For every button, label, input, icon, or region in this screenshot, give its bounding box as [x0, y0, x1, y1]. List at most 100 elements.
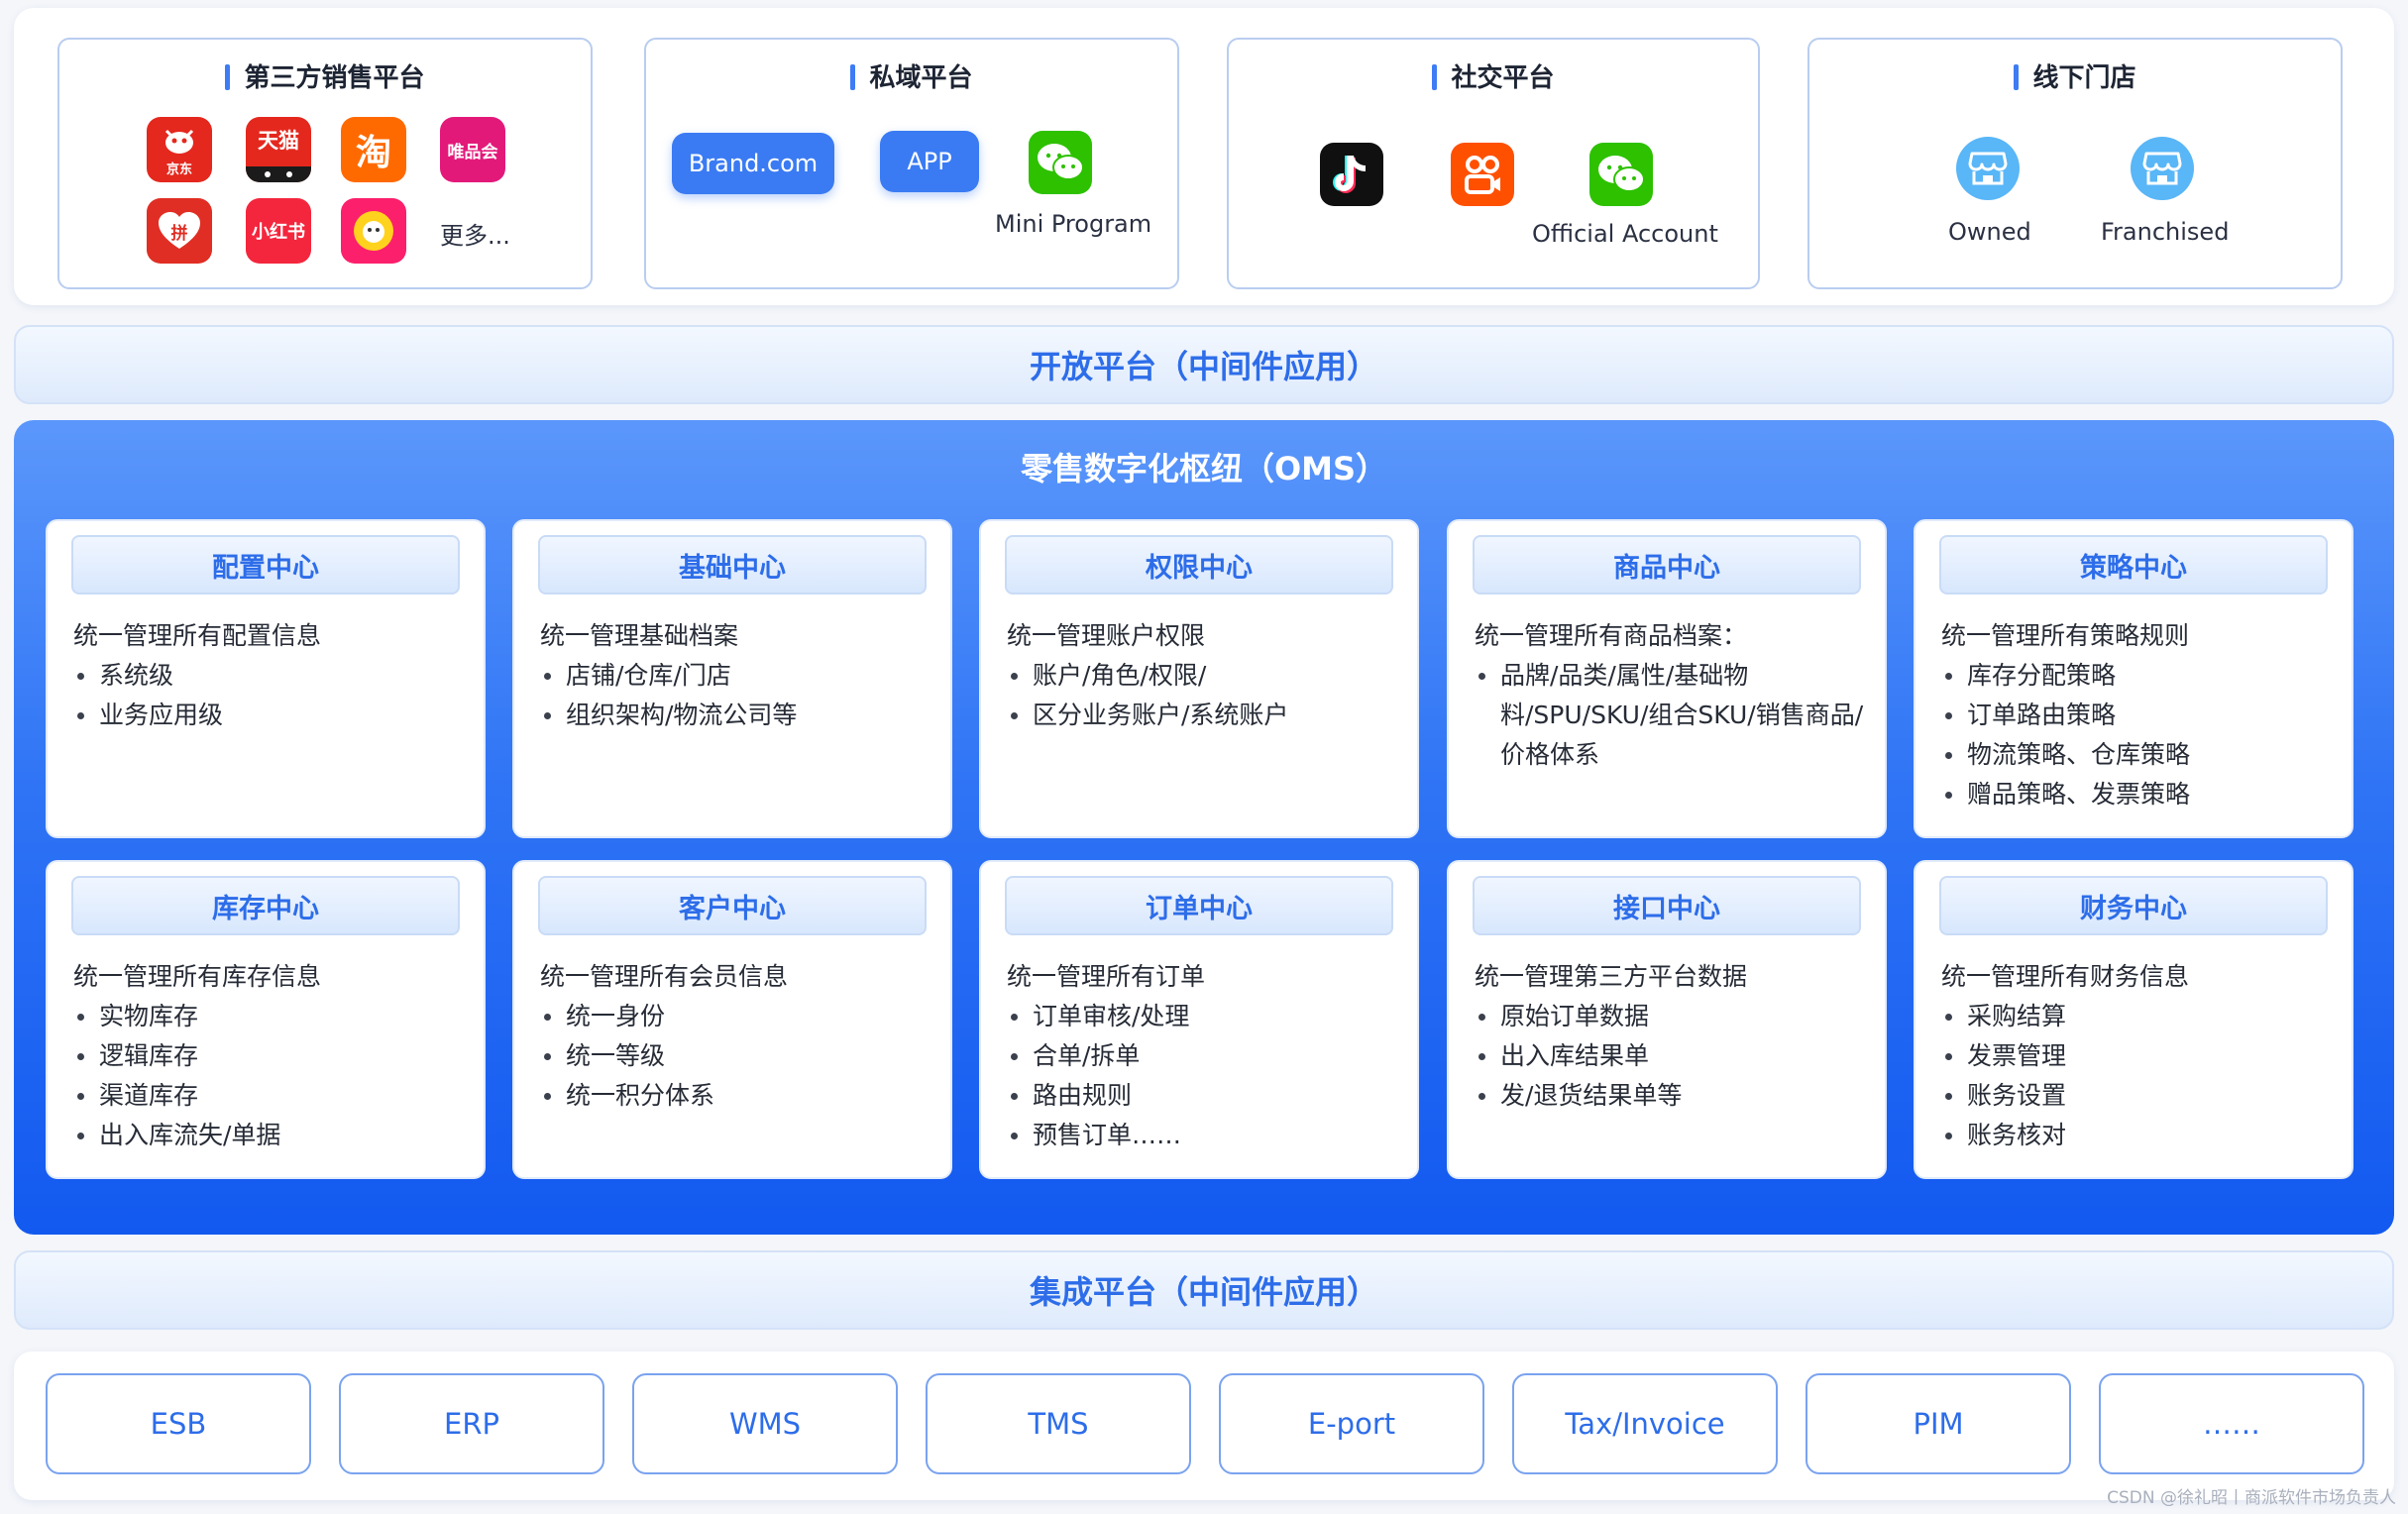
integration-platform-band: 集成平台（中间件应用） — [14, 1250, 2394, 1330]
center-item-list: 库存分配策略 订单路由策略 物流策略、仓库策略 赠品策略、发票策略 — [1941, 656, 2332, 814]
center-card: 配置中心 统一管理所有配置信息 系统级 业务应用级 — [46, 519, 486, 838]
center-item: 店铺/仓库/门店 — [540, 656, 930, 696]
meituan-icon: 美 — [341, 198, 406, 264]
kuaishou-icon — [1451, 143, 1514, 206]
more-label: 更多... — [440, 222, 510, 250]
channel-title: 线下门店 — [1809, 57, 2341, 94]
center-card: 权限中心统一管理账户权限账户/角色/权限/区分业务账户/系统账户 — [979, 519, 1419, 838]
center-card: 商品中心统一管理所有商品档案： 品牌/品类/属性/基础物料/SPU/SKU/组合S… — [1447, 519, 1887, 838]
channel-title: 第三方销售平台 — [59, 57, 591, 94]
owned-label: Owned — [1948, 218, 2031, 246]
center-body: 统一管理所有订单 订单审核/处理 合单/拆单 路由规则 预售订单…… — [1007, 957, 1397, 1155]
center-card: 订单中心 统一管理所有订单 订单审核/处理 合单/拆单 路由规则 预售订单…… — [979, 860, 1419, 1179]
center-title: 财务中心 — [1939, 876, 2328, 935]
center-description: 统一管理基础档案 — [540, 621, 739, 650]
center-item: 路由规则 — [1007, 1076, 1397, 1116]
channel-social: 社交平台 Official Account — [1227, 38, 1760, 289]
oms-hub: 零售数字化枢纽（OMS） 配置中心 统一管理所有配置信息 系统级 业务应用级 基础中心统… — [14, 420, 2394, 1235]
center-description: 统一管理第三方平台数据 — [1475, 962, 1748, 991]
center-item: 赠品策略、发票策略 — [1941, 775, 2332, 814]
official-account-label: Official Account — [1532, 220, 1718, 248]
center-item: 出入库流失/单据 — [73, 1116, 464, 1155]
title-accent-bar — [850, 64, 856, 90]
center-item: 品牌/品类/属性/基础物料/SPU/SKU/组合SKU/销售商品/价格体系 — [1475, 656, 1865, 775]
center-item: 订单审核/处理 — [1007, 997, 1397, 1036]
xiaohongshu-icon: 小红书 — [246, 198, 311, 264]
center-body: 统一管理所有商品档案： 品牌/品类/属性/基础物料/SPU/SKU/组合SKU/销… — [1475, 616, 1865, 775]
center-description: 统一管理所有订单 — [1007, 962, 1206, 991]
title-accent-bar — [225, 64, 231, 90]
watermark: CSDN @徐礼昭丨商派软件市场负责人 — [2107, 1488, 2396, 1508]
oms-title: 零售数字化枢纽（OMS） — [1020, 450, 1388, 487]
center-title: 权限中心 — [1005, 535, 1393, 595]
center-item: 组织架构/物流公司等 — [540, 696, 930, 735]
center-description: 统一管理所有商品档案： — [1475, 621, 1748, 650]
center-item-list: 统一身份 统一等级 统一积分体系 — [540, 997, 930, 1116]
center-title: 客户中心 — [538, 876, 927, 935]
system-box: Tax/Invoice — [1512, 1373, 1778, 1474]
center-title: 策略中心 — [1939, 535, 2328, 595]
center-body: 统一管理第三方平台数据原始订单数据 出入库结果单 发/退货结果单等 — [1475, 957, 1865, 1116]
jd-icon: 京东 — [147, 117, 212, 182]
center-item: 发票管理 — [1941, 1036, 2332, 1076]
center-body: 统一管理所有配置信息系统级 业务应用级 — [73, 616, 464, 735]
franchised-label: Franchised — [2101, 218, 2230, 246]
center-title: 基础中心 — [538, 535, 927, 595]
systems-band: ESB ERP WMS TMS E-port Tax/Invoice PIM …… — [14, 1352, 2394, 1500]
center-body: 统一管理账户权限账户/角色/权限/区分业务账户/系统账户 — [1007, 616, 1397, 735]
app-button[interactable]: APP — [880, 131, 979, 192]
center-item: 发/退货结果单等 — [1475, 1076, 1865, 1116]
center-description: 统一管理账户权限 — [1007, 621, 1206, 650]
center-item: 统一等级 — [540, 1036, 930, 1076]
center-item-list: 系统级 业务应用级 — [73, 656, 464, 735]
vip-icon: 唯品会 — [440, 117, 505, 182]
center-item: 库存分配策略 — [1941, 656, 2332, 696]
taobao-icon: 淘 — [341, 117, 406, 182]
center-item: 采购结算 — [1941, 997, 2332, 1036]
system-box: WMS — [632, 1373, 898, 1474]
system-box: …… — [2099, 1373, 2364, 1474]
center-item-list: 原始订单数据 出入库结果单 发/退货结果单等 — [1475, 997, 1865, 1116]
channel-title: 私域平台 — [646, 57, 1177, 94]
center-item: 账务核对 — [1941, 1116, 2332, 1155]
channel-private: 私域平台 Brand.com APP Mini Program — [644, 38, 1179, 289]
brand-com-button[interactable]: Brand.com — [672, 133, 834, 194]
center-body: 统一管理所有会员信息统一身份 统一等级 统一积分体系 — [540, 957, 930, 1116]
center-title: 订单中心 — [1005, 876, 1393, 935]
title-accent-bar — [2014, 64, 2020, 90]
jd-label: 京东 — [165, 162, 192, 177]
center-item: 渠道库存 — [73, 1076, 464, 1116]
center-card: 接口中心统一管理第三方平台数据原始订单数据 出入库结果单 发/退货结果单等 — [1447, 860, 1887, 1179]
center-card: 基础中心统一管理基础档案店铺/仓库/门店 组织架构/物流公司等 — [512, 519, 952, 838]
center-item: 业务应用级 — [73, 696, 464, 735]
center-item: 合单/拆单 — [1007, 1036, 1397, 1076]
center-description: 统一管理所有策略规则 — [1941, 621, 2190, 650]
center-item: 账务设置 — [1941, 1076, 2332, 1116]
center-item-list: 店铺/仓库/门店 组织架构/物流公司等 — [540, 656, 930, 735]
center-item-list: 实物库存 逻辑库存 渠道库存 出入库流失/单据 — [73, 997, 464, 1155]
channels-band: 第三方销售平台 京东 天猫 淘 唯品会 拼 小红书 更多... 私域平台 Bra… — [14, 8, 2394, 305]
center-item: 账户/角色/权限/ — [1007, 656, 1397, 696]
tmall-icon: 天猫 — [246, 117, 311, 182]
center-item: 逻辑库存 — [73, 1036, 464, 1076]
center-item: 出入库结果单 — [1475, 1036, 1865, 1076]
open-platform-band: 开放平台（中间件应用） — [14, 325, 2394, 404]
center-item: 实物库存 — [73, 997, 464, 1036]
center-title: 商品中心 — [1473, 535, 1861, 595]
douyin-icon — [1320, 143, 1383, 206]
channel-title: 社交平台 — [1229, 57, 1758, 94]
center-body: 统一管理所有财务信息 采购结算 发票管理 账务设置 账务核对 — [1941, 957, 2332, 1155]
franchise-store-icon — [2131, 137, 2194, 200]
center-card: 库存中心 统一管理所有库存信息 实物库存 逻辑库存 渠道库存 出入库流失/单据 — [46, 860, 486, 1179]
center-body: 统一管理所有库存信息 实物库存 逻辑库存 渠道库存 出入库流失/单据 — [73, 957, 464, 1155]
center-title: 接口中心 — [1473, 876, 1861, 935]
system-box: E-port — [1219, 1373, 1484, 1474]
center-item: 统一积分体系 — [540, 1076, 930, 1116]
center-description: 统一管理所有会员信息 — [540, 962, 789, 991]
title-accent-bar — [1432, 64, 1438, 90]
pinduoduo-icon: 拼 — [147, 198, 212, 264]
center-body: 统一管理所有策略规则库存分配策略 订单路由策略 物流策略、仓库策略 赠品策略、发票策略 — [1941, 616, 2332, 814]
center-item-list: 品牌/品类/属性/基础物料/SPU/SKU/组合SKU/销售商品/价格体系 — [1475, 656, 1865, 775]
center-item-list: 账户/角色/权限/区分业务账户/系统账户 — [1007, 656, 1397, 735]
center-description: 统一管理所有配置信息 — [73, 621, 322, 650]
